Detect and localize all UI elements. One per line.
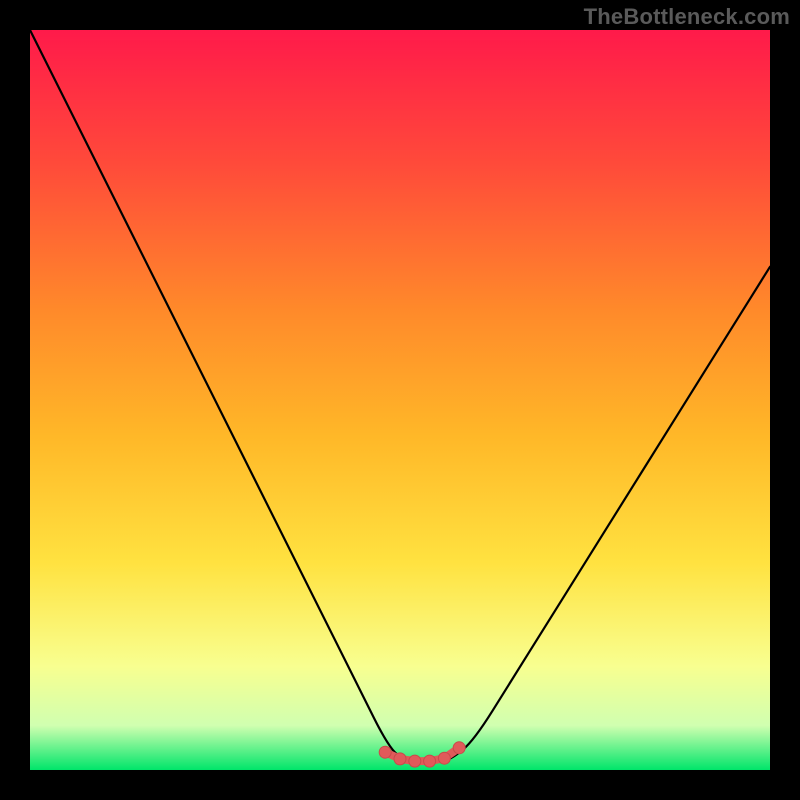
chart-plot-area — [30, 30, 770, 770]
chart-frame: TheBottleneck.com — [0, 0, 800, 800]
marker-dot — [424, 755, 436, 767]
marker-dot — [453, 742, 465, 754]
gradient-background — [30, 30, 770, 770]
marker-dot — [379, 746, 391, 758]
marker-dot — [438, 752, 450, 764]
chart-svg — [30, 30, 770, 770]
marker-dot — [394, 753, 406, 765]
marker-dot — [409, 755, 421, 767]
watermark-text: TheBottleneck.com — [584, 4, 790, 30]
